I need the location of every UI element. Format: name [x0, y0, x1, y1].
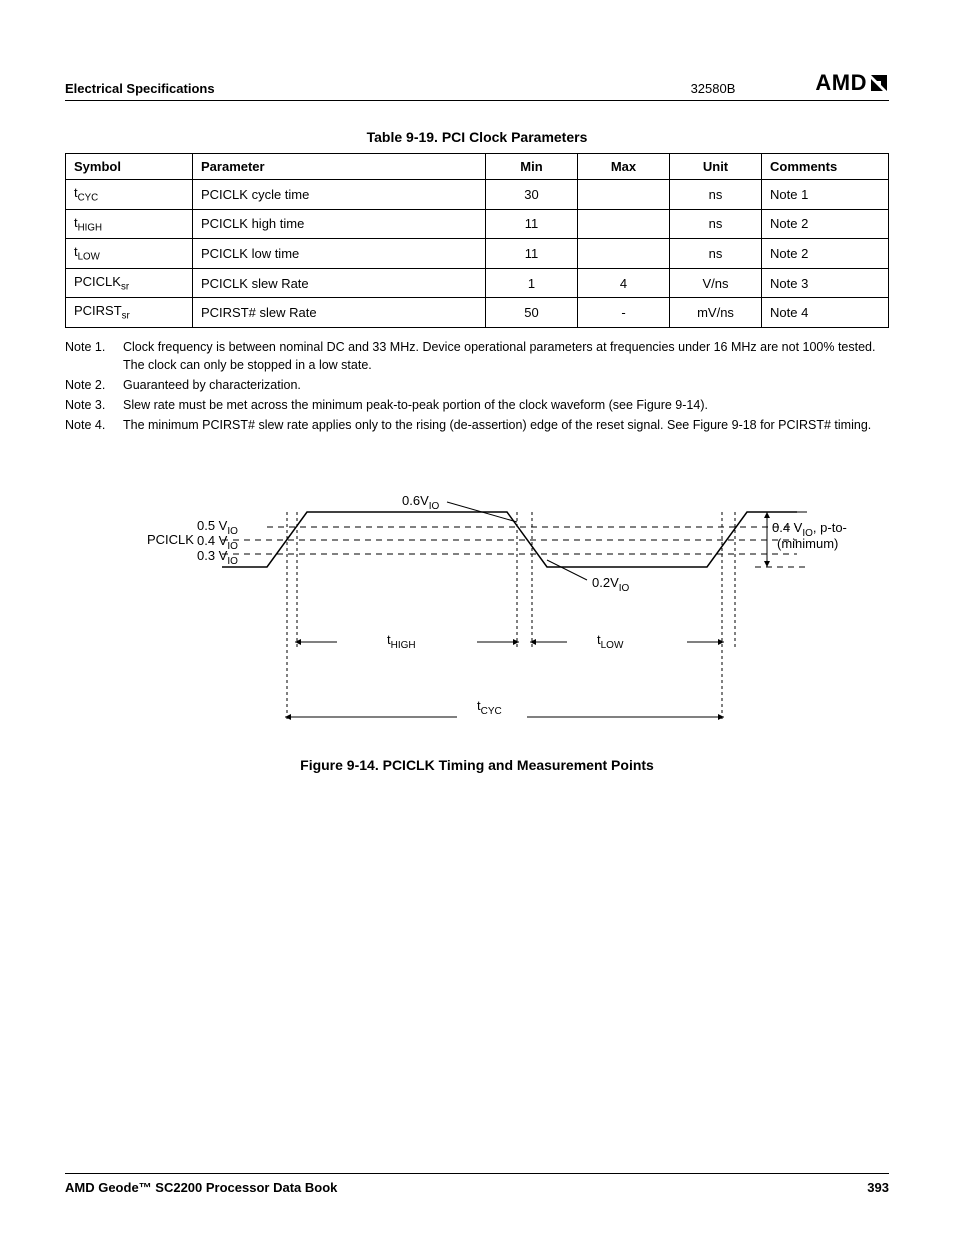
- footer-right: 393: [867, 1180, 889, 1195]
- col-parameter: Parameter: [193, 154, 486, 180]
- footer-left: AMD Geode™ SC2200 Processor Data Book: [65, 1180, 337, 1195]
- cell-unit: ns: [670, 209, 762, 239]
- note-label: Note 4.: [65, 416, 123, 434]
- cell-min: 11: [486, 239, 578, 269]
- cell-unit: ns: [670, 180, 762, 210]
- table-row: tCYCPCICLK cycle time30 nsNote 1: [66, 180, 889, 210]
- table-caption: Table 9-19. PCI Clock Parameters: [65, 129, 889, 145]
- cell-comments: Note 3: [762, 268, 889, 298]
- label-02vio: 0.2VIO: [592, 575, 630, 594]
- cell-unit: V/ns: [670, 268, 762, 298]
- note-text: Slew rate must be met across the minimum…: [123, 396, 889, 414]
- table-row: tHIGHPCICLK high time11 nsNote 2: [66, 209, 889, 239]
- cell-comments: Note 2: [762, 239, 889, 269]
- pci-clock-table: Symbol Parameter Min Max Unit Comments t…: [65, 153, 889, 328]
- note-row: Note 4.The minimum PCIRST# slew rate app…: [65, 416, 889, 434]
- cell-symbol: PCICLKsr: [66, 268, 193, 298]
- page-footer: AMD Geode™ SC2200 Processor Data Book 39…: [65, 1173, 889, 1195]
- cell-param: PCICLK high time: [193, 209, 486, 239]
- note-row: Note 1.Clock frequency is between nomina…: [65, 338, 889, 374]
- table-header-row: Symbol Parameter Min Max Unit Comments: [66, 154, 889, 180]
- cell-max: [578, 209, 670, 239]
- cell-max: [578, 180, 670, 210]
- label-tcyc: tCYC: [477, 698, 502, 717]
- cell-unit: mV/ns: [670, 298, 762, 328]
- cell-comments: Note 4: [762, 298, 889, 328]
- col-symbol: Symbol: [66, 154, 193, 180]
- cell-symbol: PCIRSTsr: [66, 298, 193, 328]
- cell-max: [578, 239, 670, 269]
- note-row: Note 2.Guaranteed by characterization.: [65, 376, 889, 394]
- notes-block: Note 1.Clock frequency is between nomina…: [65, 338, 889, 437]
- cell-param: PCIRST# slew Rate: [193, 298, 486, 328]
- label-06vio: 0.6VIO: [402, 493, 440, 512]
- amd-logo: AMD: [815, 70, 889, 96]
- cell-max: 4: [578, 268, 670, 298]
- note-label: Note 3.: [65, 396, 123, 414]
- note-text: The minimum PCIRST# slew rate applies on…: [123, 416, 889, 434]
- cell-param: PCICLK low time: [193, 239, 486, 269]
- cell-comments: Note 1: [762, 180, 889, 210]
- table-row: tLOWPCICLK low time11 nsNote 2: [66, 239, 889, 269]
- note-label: Note 2.: [65, 376, 123, 394]
- cell-min: 50: [486, 298, 578, 328]
- note-text: Guaranteed by characterization.: [123, 376, 889, 394]
- col-max: Max: [578, 154, 670, 180]
- cell-param: PCICLK slew Rate: [193, 268, 486, 298]
- page-header: Electrical Specifications 32580B AMD: [65, 70, 889, 101]
- cell-min: 11: [486, 209, 578, 239]
- label-ptop: 0.4 VIO, p-to-p (minimum): [772, 520, 847, 551]
- col-min: Min: [486, 154, 578, 180]
- cell-symbol: tCYC: [66, 180, 193, 210]
- timing-diagram: PCICLK 0.5 VIO 0.4 VIO 0.3 VIO 0.6VIO 0.…: [107, 492, 847, 742]
- cell-param: PCICLK cycle time: [193, 180, 486, 210]
- cell-symbol: tHIGH: [66, 209, 193, 239]
- header-docnum: 32580B: [691, 81, 736, 96]
- figure-area: PCICLK 0.5 VIO 0.4 VIO 0.3 VIO 0.6VIO 0.…: [65, 492, 889, 773]
- label-pciclk: PCICLK: [147, 532, 194, 547]
- note-row: Note 3.Slew rate must be met across the …: [65, 396, 889, 414]
- table-row: PCICLKsrPCICLK slew Rate14V/nsNote 3: [66, 268, 889, 298]
- table-row: PCIRSTsrPCIRST# slew Rate50-mV/nsNote 4: [66, 298, 889, 328]
- cell-comments: Note 2: [762, 209, 889, 239]
- figure-caption: Figure 9-14. PCICLK Timing and Measureme…: [65, 757, 889, 773]
- cell-unit: ns: [670, 239, 762, 269]
- cell-max: -: [578, 298, 670, 328]
- cell-min: 1: [486, 268, 578, 298]
- col-unit: Unit: [670, 154, 762, 180]
- cell-symbol: tLOW: [66, 239, 193, 269]
- note-text: Clock frequency is between nominal DC an…: [123, 338, 889, 374]
- note-label: Note 1.: [65, 338, 123, 374]
- cell-min: 30: [486, 180, 578, 210]
- label-thigh: tHIGH: [387, 632, 416, 651]
- header-section: Electrical Specifications: [65, 81, 215, 96]
- label-tlow: tLOW: [597, 632, 624, 651]
- amd-arrow-icon: [869, 73, 889, 93]
- col-comments: Comments: [762, 154, 889, 180]
